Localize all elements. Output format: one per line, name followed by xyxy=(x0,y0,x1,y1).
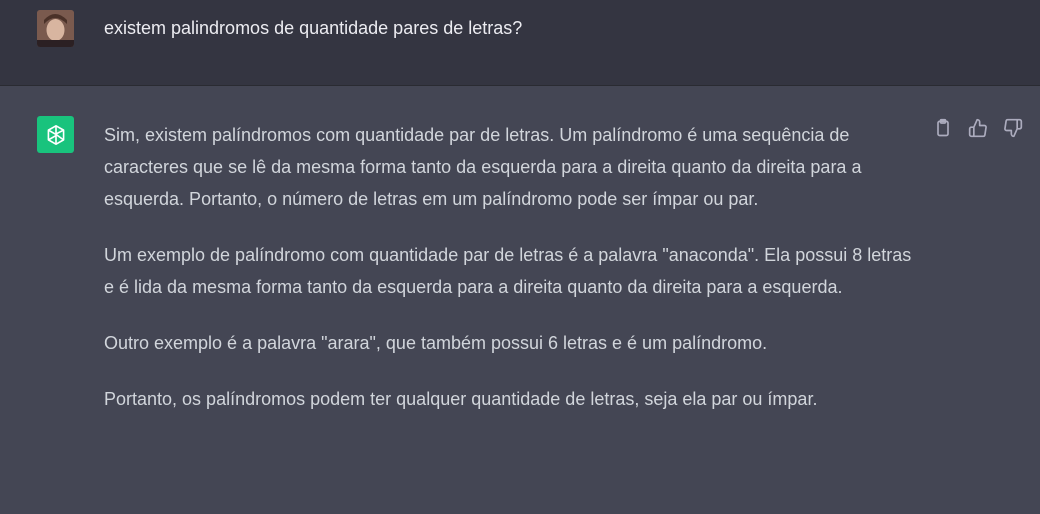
assistant-message-text: Sim, existem palíndromos com quantidade … xyxy=(104,119,924,439)
openai-logo-icon xyxy=(37,116,74,153)
user-message-text: existem palindromos de quantidade pares … xyxy=(104,18,523,38)
thumbs-down-icon[interactable] xyxy=(1003,118,1023,138)
user-message-row: existem palindromos de quantidade pares … xyxy=(0,0,1040,86)
thumbs-up-icon[interactable] xyxy=(968,118,988,138)
message-actions xyxy=(933,118,1023,138)
assistant-message-row: Sim, existem palíndromos com quantidade … xyxy=(0,86,1040,514)
assistant-paragraph: Um exemplo de palíndromo com quantidade … xyxy=(104,245,912,297)
assistant-paragraph: Sim, existem palíndromos com quantidade … xyxy=(104,125,862,209)
assistant-paragraph: Outro exemplo é a palavra "arara", que t… xyxy=(104,333,768,353)
assistant-paragraph: Portanto, os palíndromos podem ter qualq… xyxy=(104,389,818,409)
user-avatar xyxy=(37,10,74,47)
clipboard-icon[interactable] xyxy=(933,118,953,138)
